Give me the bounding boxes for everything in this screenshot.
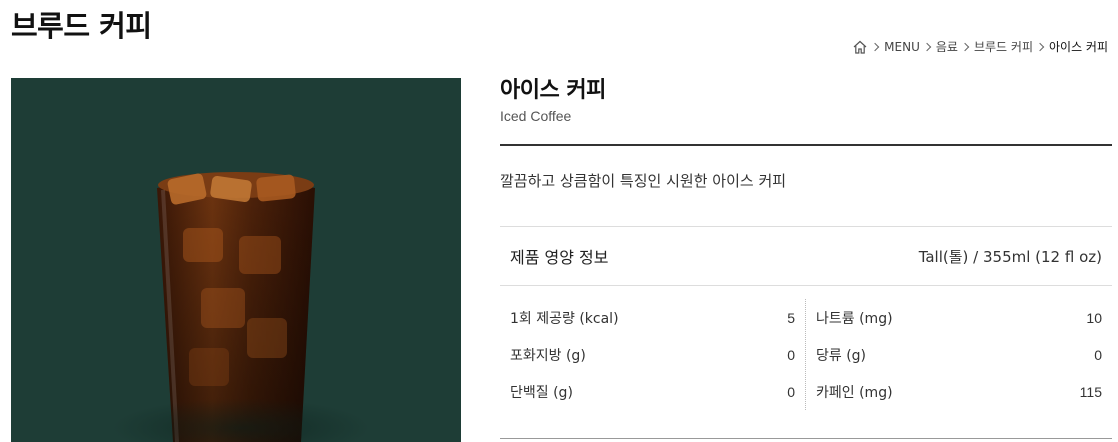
product-image <box>11 78 461 442</box>
product-name-en: Iced Coffee <box>500 108 572 124</box>
divider <box>500 438 1112 439</box>
breadcrumb-item-beverage[interactable]: 음료 <box>936 38 958 55</box>
nutrition-row: 포화지방 (g) 0 <box>510 336 795 373</box>
nutrition-value: 115 <box>1079 383 1102 400</box>
chevron-right-icon <box>922 42 932 51</box>
breadcrumb-item-menu[interactable]: MENU <box>884 40 920 54</box>
nutrition-row: 단백질 (g) 0 <box>510 373 795 410</box>
nutrition-panel: 제품 영양 정보 Tall(톨) / 355ml (12 fl oz) 1회 제… <box>500 226 1112 410</box>
nutrition-column-left: 1회 제공량 (kcal) 5 포화지방 (g) 0 단백질 (g) 0 <box>500 299 805 410</box>
chevron-right-icon <box>1035 42 1045 51</box>
iced-coffee-illustration <box>157 172 315 442</box>
breadcrumb-item-iced-coffee[interactable]: 아이스 커피 <box>1049 38 1108 55</box>
nutrition-label: 단백질 (g) <box>510 384 573 401</box>
nutrition-label: 포화지방 (g) <box>510 347 586 364</box>
nutrition-label: 카페인 (mg) <box>816 384 893 401</box>
nutrition-label: 나트륨 (mg) <box>816 310 893 327</box>
chevron-right-icon <box>960 42 970 51</box>
nutrition-row: 나트륨 (mg) 10 <box>816 299 1102 336</box>
nutrition-row: 당류 (g) 0 <box>816 336 1102 373</box>
divider <box>500 144 1112 146</box>
product-name: 아이스 커피 <box>500 78 606 103</box>
chevron-right-icon <box>870 42 880 51</box>
nutrition-value: 10 <box>1086 309 1102 326</box>
serving-size: Tall(톨) / 355ml (12 fl oz) <box>918 247 1102 266</box>
product-info: 아이스 커피 Iced Coffee 깔끔하고 상큼함이 특징인 시원한 아이스… <box>500 72 1112 439</box>
nutrition-label: 당류 (g) <box>816 347 867 364</box>
nutrition-value: 0 <box>787 383 795 400</box>
nutrition-table: 1회 제공량 (kcal) 5 포화지방 (g) 0 단백질 (g) 0 나트륨… <box>500 286 1112 410</box>
nutrition-value: 0 <box>787 346 795 363</box>
nutrition-title: 제품 영양 정보 <box>510 248 609 267</box>
product-description: 깔끔하고 상큼함이 특징인 시원한 아이스 커피 <box>500 172 787 190</box>
nutrition-header: 제품 영양 정보 Tall(톨) / 355ml (12 fl oz) <box>500 226 1112 286</box>
nutrition-row: 1회 제공량 (kcal) 5 <box>510 299 795 336</box>
nutrition-row: 카페인 (mg) 115 <box>816 373 1102 410</box>
home-icon[interactable] <box>852 39 868 55</box>
nutrition-value: 5 <box>787 309 795 326</box>
nutrition-label: 1회 제공량 (kcal) <box>510 310 619 327</box>
page-title: 브루드 커피 <box>11 9 152 43</box>
breadcrumb-item-brewed-coffee[interactable]: 브루드 커피 <box>974 38 1033 55</box>
nutrition-column-right: 나트륨 (mg) 10 당류 (g) 0 카페인 (mg) 115 <box>805 299 1112 410</box>
nutrition-value: 0 <box>1094 346 1102 363</box>
breadcrumb: MENU 음료 브루드 커피 아이스 커피 <box>852 38 1108 55</box>
